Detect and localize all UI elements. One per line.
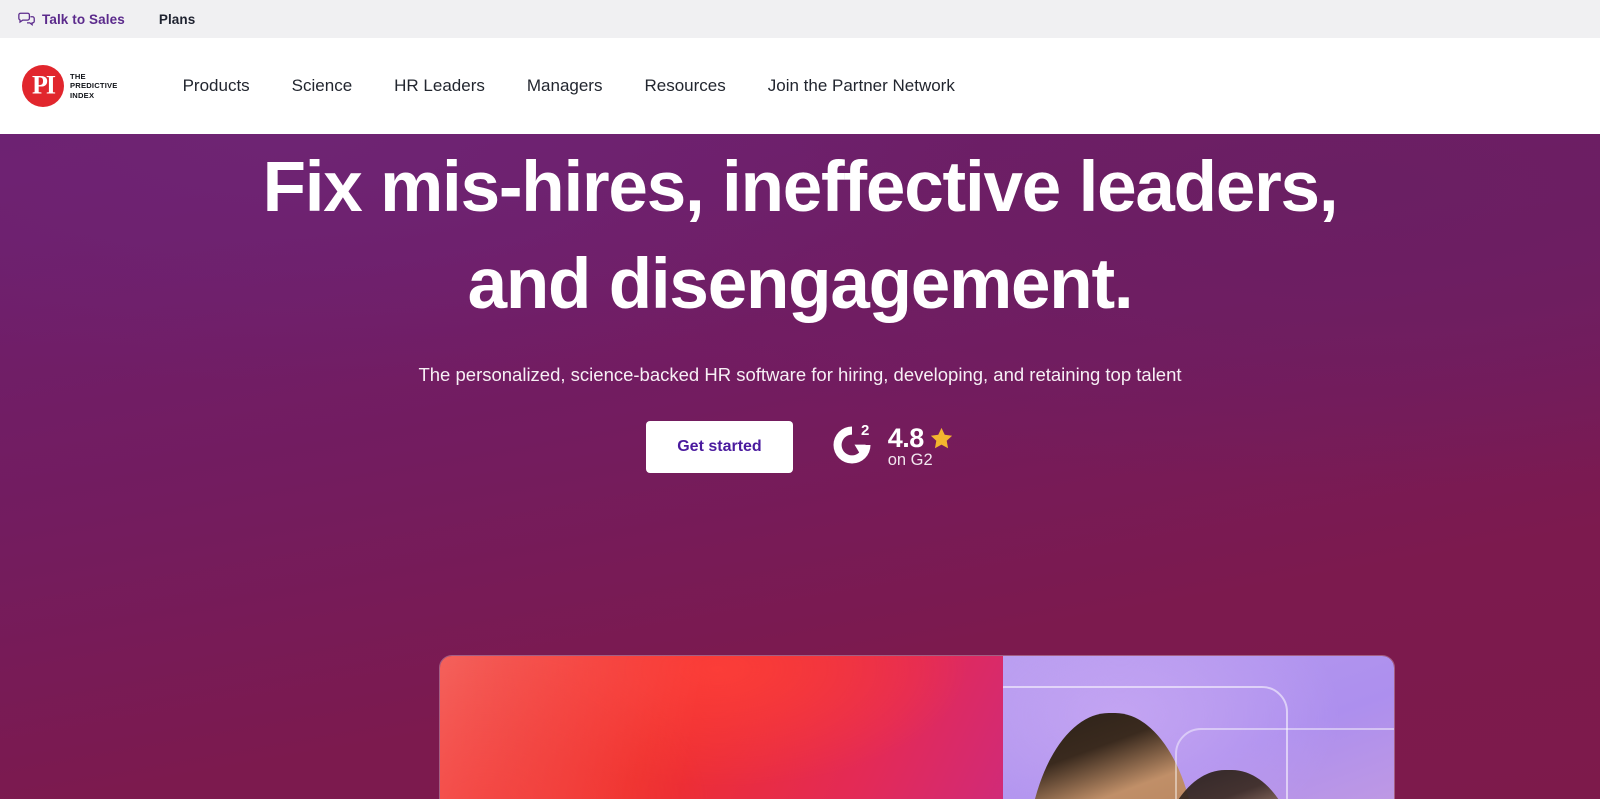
hero-title-line-2: and disengagement.: [467, 244, 1134, 324]
brand-word-line-3: Index: [70, 90, 95, 100]
nav-item-products[interactable]: Products: [162, 76, 271, 96]
nav-item-join-the-partner-network[interactable]: Join the Partner Network: [747, 76, 976, 96]
brand-monogram: PI: [32, 70, 56, 100]
svg-text:2: 2: [861, 422, 869, 439]
hero-title-line-1: Fix mis-hires, ineffective leaders,: [262, 148, 1339, 227]
page-title: Fix mis-hires, ineffective leaders, and …: [210, 140, 1390, 333]
hero-video-card[interactable]: Better wo: [439, 655, 1395, 799]
g2-score: 4.8: [887, 423, 925, 454]
hero-section: Fix mis-hires, ineffective leaders, and …: [0, 134, 1600, 799]
brand-mark-icon: PI: [22, 65, 64, 107]
g2-rating-text: 4.8 on G2: [888, 425, 954, 469]
g2-caption: on G2: [887, 451, 933, 470]
plans-label: Plans: [158, 11, 196, 27]
talk-to-sales-label: Talk to Sales: [42, 11, 125, 27]
people-photo: [1011, 695, 1386, 799]
g2-score-row: 4.8: [888, 425, 954, 452]
chat-bubbles-icon: [18, 12, 35, 26]
video-thumbnail-gradient: [440, 656, 1019, 799]
star-icon: [929, 426, 954, 451]
get-started-button[interactable]: Get started: [646, 421, 793, 474]
utility-bar: Talk to Sales Plans: [0, 0, 1600, 38]
main-navbar: PI The Predictive Index Products Science…: [0, 38, 1600, 134]
hero-cta-row: Get started 2 4.8 on G2: [0, 420, 1600, 475]
brand-logo[interactable]: PI The Predictive Index: [22, 65, 118, 107]
talk-to-sales-link[interactable]: Talk to Sales: [18, 12, 125, 27]
g2-rating: 2 4.8 on G2: [827, 420, 954, 475]
hero-content: Fix mis-hires, ineffective leaders, and …: [0, 134, 1600, 475]
g2-logo-icon: 2: [827, 420, 877, 475]
nav-item-resources[interactable]: Resources: [623, 76, 746, 96]
hero-subtitle: The personalized, science-backed HR soft…: [418, 364, 1182, 386]
nav-item-managers[interactable]: Managers: [506, 76, 624, 96]
nav-links: Products Science HR Leaders Managers Res…: [162, 76, 976, 96]
person-left: [1025, 712, 1199, 799]
plans-link[interactable]: Plans: [159, 12, 196, 27]
video-thumbnail-people-panel: [1002, 656, 1394, 799]
brand-word-line-2: Predictive: [70, 81, 118, 91]
nav-item-hr-leaders[interactable]: HR Leaders: [373, 76, 506, 96]
brand-word-line-1: The: [70, 72, 86, 81]
brand-wordmark: The Predictive Index: [70, 72, 118, 100]
nav-item-science[interactable]: Science: [271, 76, 373, 96]
person-middle: [1153, 770, 1304, 799]
